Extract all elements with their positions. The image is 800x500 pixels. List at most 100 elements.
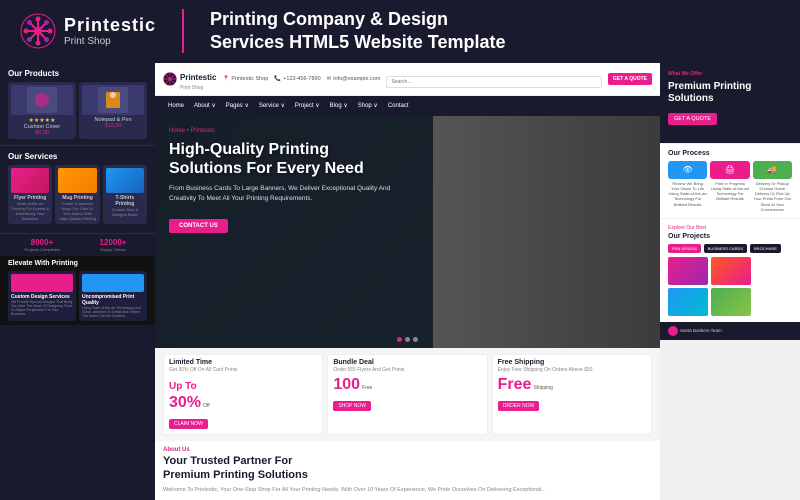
tshirt-icon bbox=[106, 168, 144, 193]
mug-icon bbox=[58, 168, 96, 193]
elevate-title: Elevate With Printing bbox=[8, 260, 147, 267]
what-we-offer-label: What We Offer bbox=[668, 71, 792, 77]
nav-item-about[interactable]: About ∨ bbox=[189, 98, 221, 113]
premium-title: Premium Printing Solutions bbox=[668, 81, 792, 105]
product-price: $6.00 bbox=[11, 130, 73, 136]
logo-sub: Print Shop bbox=[64, 36, 156, 47]
projects-section: Explore Our Best Our Projects PEN DESIGN… bbox=[660, 218, 800, 322]
hero-section: Home • Printestic High-Quality Printing … bbox=[155, 116, 660, 349]
list-item: Flyer Printing State-of-the-art Printing… bbox=[8, 165, 52, 224]
header-tagline: Printing Company & Design Services HTML5… bbox=[210, 8, 505, 55]
products-title: Our Products bbox=[8, 69, 147, 78]
deal-amount: 30% bbox=[169, 394, 201, 412]
nav-item-home[interactable]: Home bbox=[163, 99, 189, 113]
project-thumbnail bbox=[668, 288, 708, 316]
claim-now-button[interactable]: CLAIM NOW bbox=[169, 419, 208, 429]
nav-item-blog[interactable]: Blog ∨ bbox=[325, 98, 353, 113]
stat-item: 8000+ Projects Completed bbox=[8, 238, 76, 252]
shop-now-button[interactable]: SHOP NOW bbox=[333, 401, 371, 411]
project-thumbnail bbox=[668, 257, 708, 285]
project-tags: PEN DESIGN BUSINESS CARDS BROCHURE bbox=[668, 244, 792, 253]
contact-us-button[interactable]: CONTACT US bbox=[169, 219, 228, 233]
deal-amount-label: Free bbox=[362, 385, 372, 391]
mini-nav: Printestic Print Shop 📍 Printestic Shop … bbox=[155, 63, 660, 96]
list-item: Bundle Deal Order 555 Flyers And Get Pri… bbox=[327, 354, 487, 435]
project-items bbox=[668, 257, 792, 316]
deal-highlight: Up To bbox=[169, 381, 197, 392]
deals-row: Limited Time Get 30% Off On All Card Pri… bbox=[155, 348, 660, 441]
services-row: Flyer Printing State-of-the-art Printing… bbox=[8, 165, 147, 224]
rating-stars: ★★★★★ bbox=[11, 117, 73, 124]
search-input[interactable] bbox=[386, 76, 601, 88]
get-quote-button[interactable]: GET A QUOTE bbox=[608, 73, 652, 85]
card-desc: Using State-of-the-art Technology And Cl… bbox=[82, 306, 144, 318]
stat-item: 12000+ Happy Clients bbox=[79, 238, 147, 252]
hero-title: High-Quality Printing Solutions For Ever… bbox=[169, 140, 646, 178]
list-item: 🚚 Delivery Or Pickup Choose Home Deliver… bbox=[753, 161, 792, 212]
top-header: Printestic Print Shop Printing Company &… bbox=[0, 0, 800, 63]
logo-area: Printestic Print Shop bbox=[20, 13, 156, 49]
deal-title: Limited Time bbox=[169, 359, 317, 366]
search-container bbox=[386, 70, 601, 88]
nav-item-project[interactable]: Project ∨ bbox=[290, 98, 325, 113]
projects-title: Our Projects bbox=[668, 233, 792, 240]
left-panel: Our Products ★★★★★ Cushion Cover $6.00 bbox=[0, 63, 155, 500]
deal-amount-label: Off bbox=[203, 403, 210, 409]
stat-number: 12000+ bbox=[79, 238, 147, 247]
deal-amount-label: Shipping bbox=[533, 385, 552, 391]
right-panel: What We Offer Premium Printing Solutions… bbox=[660, 63, 800, 500]
email-info: ✉ info@example.com bbox=[327, 76, 381, 82]
carousel-dot-active[interactable] bbox=[397, 337, 402, 342]
product-image bbox=[11, 85, 73, 115]
header-divider bbox=[182, 9, 184, 53]
list-item: Limited Time Get 30% Off On All Card Pri… bbox=[163, 354, 323, 435]
service-name: Mug Printing bbox=[58, 195, 96, 201]
tag-item: PEN DESIGN bbox=[668, 244, 701, 253]
list-item: Free Shipping Enjoy Free Shipping On Ord… bbox=[492, 354, 652, 435]
nav-item-pages[interactable]: Pages ∨ bbox=[221, 98, 254, 113]
product-price: $12.00 bbox=[82, 123, 144, 129]
custom-design-icon bbox=[11, 274, 73, 292]
deal-amount: 100 bbox=[333, 376, 360, 394]
tag-item: BROCHURE bbox=[750, 244, 781, 253]
list-item: Custom Design Services We Provide Specia… bbox=[8, 271, 76, 321]
service-desc: Custom Size & Designs Made bbox=[106, 207, 144, 217]
list-item: T-Shirts Printing Custom Size & Designs … bbox=[103, 165, 147, 224]
stat-number: 8000+ bbox=[8, 238, 76, 247]
order-now-button[interactable]: ORDER NOW bbox=[498, 401, 540, 411]
products-section: Our Products ★★★★★ Cushion Cover $6.00 bbox=[0, 63, 155, 146]
deal-desc: Enjoy Free Shipping On Orders Above $50. bbox=[498, 367, 646, 373]
logo-icon bbox=[20, 13, 56, 49]
stat-label: Projects Completed bbox=[8, 247, 76, 252]
card-title: Custom Design Services bbox=[11, 294, 73, 300]
avatar bbox=[668, 326, 678, 336]
service-name: T-Shirts Printing bbox=[106, 195, 144, 207]
about-section: About Us Your Trusted Partner For Premiu… bbox=[155, 441, 660, 500]
services-section: Our Services Flyer Printing State-of-the… bbox=[0, 146, 155, 233]
service-desc: Create Customize Mugs For Gifts Or Your … bbox=[58, 201, 96, 221]
carousel-dot[interactable] bbox=[405, 337, 410, 342]
app-container: Printestic Print Shop Printing Company &… bbox=[0, 0, 800, 500]
location-info: 📍 Printestic Shop bbox=[222, 76, 268, 82]
carousel-dot[interactable] bbox=[413, 337, 418, 342]
print-icon: 🖨 bbox=[710, 161, 749, 179]
center-panel: Printestic Print Shop 📍 Printestic Shop … bbox=[155, 63, 660, 500]
process-steps: 👁 Review We Bring Your Vision To Life Us… bbox=[668, 161, 792, 212]
nav-item-contact[interactable]: Contact bbox=[383, 99, 414, 113]
person-tag: Santa Bonkers Team bbox=[668, 326, 722, 336]
mini-contact-info: 📍 Printestic Shop 📞 +123-456-7890 ✉ info… bbox=[222, 76, 380, 82]
product-grid: ★★★★★ Cushion Cover $6.00 Notepad & Pen … bbox=[8, 82, 147, 139]
deal-title: Bundle Deal bbox=[333, 359, 481, 366]
nav-item-shop[interactable]: Shop ∨ bbox=[353, 98, 383, 113]
project-thumbnail bbox=[711, 288, 751, 316]
print-quality-icon bbox=[82, 274, 144, 292]
get-quote-button[interactable]: GET A QUOTE bbox=[668, 113, 717, 125]
card-desc: We Provide Special Designs That Bring Yo… bbox=[11, 300, 73, 316]
step-name: Delivery Or Pickup Choose Home Delivery … bbox=[753, 181, 792, 212]
nav-item-service[interactable]: Service ∨ bbox=[254, 98, 290, 113]
persons-label: Santa Bonkers Team bbox=[680, 328, 722, 333]
list-item: 🖨 Print In Progress Using State-of-the-a… bbox=[710, 161, 749, 212]
premium-card: What We Offer Premium Printing Solutions… bbox=[660, 63, 800, 143]
carousel-dots bbox=[155, 331, 660, 348]
product-image bbox=[82, 85, 144, 115]
